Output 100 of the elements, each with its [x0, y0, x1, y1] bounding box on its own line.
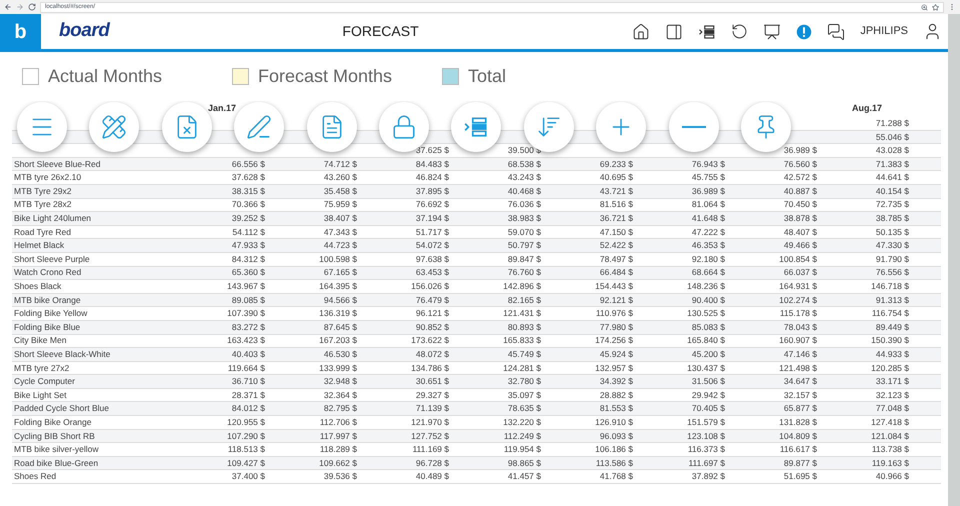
table-cell: 70.450 $ [784, 199, 817, 210]
row-label: Short Sleeve Blue-Red [14, 158, 100, 169]
legend-label: Actual Months [48, 65, 162, 88]
reload-icon[interactable] [28, 3, 36, 11]
table-cell: 43.028 $ [876, 145, 909, 156]
table-cell: 71.383 $ [876, 158, 909, 169]
table-cell: 39.252 $ [232, 213, 265, 224]
action-button[interactable] [17, 102, 67, 152]
table-cell: 89.877 $ [784, 458, 817, 468]
table-cell: 104.809 $ [779, 430, 817, 441]
star-icon[interactable] [932, 4, 939, 10]
table-cell: 40.489 $ [416, 471, 449, 482]
row-label: Shoes Black [14, 281, 62, 292]
forward-icon[interactable] [16, 3, 24, 11]
table-cell: 89.847 $ [508, 254, 541, 264]
action-button[interactable] [451, 102, 502, 152]
row-label: Folding Bike Orange [14, 416, 92, 427]
table-cell: 40.468 $ [508, 186, 541, 196]
table-cell: 118.289 $ [320, 444, 357, 454]
action-button[interactable] [306, 102, 357, 152]
table-cell: 47.330 $ [876, 240, 909, 250]
table-cell: 36.989 $ [692, 186, 725, 196]
table-cell: 91.790 $ [876, 254, 909, 264]
table-cell: 34.647 $ [784, 376, 817, 386]
table-cell: 96.728 $ [416, 458, 449, 468]
table-cell: 43.260 $ [324, 172, 357, 182]
table-cell: 55.046 $ [876, 132, 909, 142]
table-cell: 116.754 $ [872, 308, 909, 318]
undo-icon[interactable] [731, 23, 748, 40]
table-cell: 68.538 $ [508, 158, 541, 169]
table-cell: 50.135 $ [876, 226, 909, 237]
action-button[interactable] [234, 102, 284, 152]
table-cell: 72.735 $ [876, 199, 909, 210]
table-cell: 92.121 $ [600, 294, 633, 305]
action-button[interactable] [89, 102, 140, 152]
table-cell: 78.497 $ [600, 254, 633, 264]
table-cell: 44.723 $ [324, 240, 357, 250]
table-cell: 115.178 $ [780, 308, 817, 318]
table-cell: 38.407 $ [324, 213, 357, 224]
home-icon[interactable] [632, 22, 650, 40]
table-cell: 156.026 $ [411, 281, 449, 292]
alert-icon[interactable] [796, 24, 812, 40]
row-label: MTB tyre 27x2 [14, 362, 70, 373]
table-cell: 113.586 $ [596, 458, 633, 468]
table-cell: 43.721 $ [600, 186, 633, 196]
table-cell: 68.664 $ [692, 267, 725, 278]
table-cell: 47.146 $ [784, 349, 817, 360]
table-cell: 51.695 $ [784, 471, 817, 482]
panel-icon[interactable] [665, 22, 684, 40]
table-cell: 107.390 $ [227, 308, 265, 318]
table-cell: 136.319 $ [319, 308, 357, 318]
table-cell: 66.037 $ [784, 267, 817, 278]
table-cell: 163.423 $ [227, 335, 265, 346]
table-cell: 167.203 $ [319, 335, 357, 346]
table-cell: 112.249 $ [504, 430, 541, 441]
row-label: Watch Crono Red [14, 267, 82, 278]
table-cell: 78.635 $ [508, 403, 541, 414]
table-cell: 48.072 $ [416, 349, 449, 360]
table-cell: 76.479 $ [416, 294, 449, 305]
table-cell: 76.036 $ [508, 199, 541, 210]
table-cell: 50.797 $ [508, 240, 541, 250]
table-cell: 97.638 $ [416, 254, 449, 264]
table-cell: 121.084 $ [871, 430, 909, 441]
table-cell: 82.795 $ [324, 403, 357, 414]
minus-icon [682, 126, 706, 128]
table-cell: 45.749 $ [508, 349, 541, 360]
table-cell: 70.366 $ [232, 199, 265, 210]
presentation-icon[interactable] [763, 22, 782, 40]
table-cell: 131.828 $ [779, 416, 817, 427]
table-cell: 59.070 $ [508, 226, 541, 237]
lock-icon [390, 114, 417, 140]
column-header: Jan.17 [208, 103, 236, 114]
table-cell: 32.780 $ [508, 376, 541, 386]
table-cell: 110.976 $ [596, 308, 633, 318]
table-cell: 151.579 $ [687, 416, 725, 427]
layout-icon [698, 22, 716, 40]
table-cell: 82.165 $ [508, 294, 541, 305]
zoom-icon[interactable] [921, 4, 928, 10]
username[interactable]: JPHILIPS [860, 23, 908, 40]
table-cell: 81.064 $ [692, 199, 725, 210]
table-cell: 121.970 $ [411, 416, 449, 427]
action-button[interactable] [668, 102, 719, 152]
table-cell: 37.892 $ [692, 471, 725, 482]
table-cell: 130.437 $ [687, 362, 725, 373]
row-label: Shoes Red [14, 471, 56, 482]
table-cell: 43.243 $ [508, 172, 541, 182]
table-cell: 46.353 $ [692, 240, 725, 250]
table-cell: 46.824 $ [416, 172, 449, 182]
back-icon[interactable] [4, 3, 12, 11]
table-cell: 48.407 $ [784, 226, 817, 237]
chat-icon[interactable] [827, 22, 846, 40]
table-cell: 90.852 $ [416, 322, 449, 332]
app-badge[interactable]: b [0, 14, 41, 49]
row-label: Folding Bike Blue [14, 322, 80, 332]
table-cell: 102.274 $ [779, 294, 817, 305]
table-cell: 150.390 $ [871, 335, 909, 346]
table-cell: 47.933 $ [232, 240, 265, 250]
table-cell: 36.989 $ [784, 145, 817, 156]
row-label: Padded Cycle Short Blue [14, 403, 109, 414]
table-cell: 42.572 $ [784, 172, 817, 182]
